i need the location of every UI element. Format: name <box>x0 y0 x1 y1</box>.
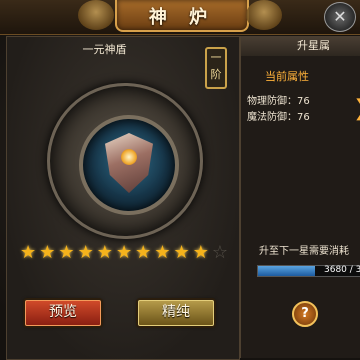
dragon-ornament-left-icon <box>78 0 114 30</box>
star-filled-icon: ★ <box>154 242 171 263</box>
title-bar: 神 炉 ✕ <box>0 0 360 35</box>
star-filled-icon: ★ <box>135 242 152 263</box>
upgrade-arrow-icon: ❯ <box>353 96 360 122</box>
star-filled-icon: ★ <box>58 242 75 263</box>
upgrade-cost-label: 升至下一星需要消耗 <box>259 246 349 257</box>
panel-header: 升星属 <box>241 36 360 56</box>
attribute-panel: 升星属 当前属性 物理防御：76 魔法防御：76 ❯ 升至下一星需要消耗 368… <box>240 36 360 358</box>
tier-badge[interactable]: 一 阶 <box>205 47 227 89</box>
close-button[interactable]: ✕ <box>324 2 356 32</box>
star-filled-icon: ★ <box>192 242 209 263</box>
refine-button[interactable]: 精纯 <box>138 300 214 326</box>
star-filled-icon: ★ <box>77 242 94 263</box>
item-panel: 一元神盾 一 阶 ★ ★ ★ ★ ★ ★ ★ ★ ★ ★ ☆ 预览 精纯 <box>6 36 240 360</box>
progress-text: 3680 / 3 <box>324 265 360 275</box>
item-slot[interactable] <box>79 115 179 215</box>
star-filled-icon: ★ <box>39 242 56 263</box>
window-title: 神 炉 <box>148 7 216 28</box>
attribute-physical-defense: 物理防御：76 <box>247 96 310 107</box>
current-attributes-title: 当前属性 <box>265 70 309 83</box>
help-button[interactable]: ? <box>292 301 318 327</box>
progress-fill <box>258 266 316 276</box>
game-window: 神 炉 ✕ 一元神盾 一 阶 ★ ★ ★ ★ ★ ★ ★ ★ ★ ★ ☆ 预览 精纯 升星属 当前属… <box>0 0 360 360</box>
star-filled-icon: ★ <box>173 242 190 263</box>
star-filled-icon: ★ <box>96 242 113 263</box>
preview-button[interactable]: 预览 <box>25 300 101 326</box>
progress-bar: 3680 / 3 <box>257 265 360 277</box>
tier-label: 一 阶 <box>210 51 222 81</box>
forge-disc <box>47 83 203 239</box>
item-name: 一元神盾 <box>82 43 127 56</box>
gem-icon <box>121 149 137 165</box>
star-filled-icon: ★ <box>20 242 37 263</box>
dragon-ornament-right-icon <box>246 0 282 30</box>
star-filled-icon: ★ <box>115 242 133 263</box>
attribute-magic-defense: 魔法防御：76 <box>247 112 310 123</box>
star-empty-icon: ☆ <box>211 242 229 263</box>
title-plate: 神 炉 <box>115 0 249 32</box>
star-rating: ★ ★ ★ ★ ★ ★ ★ ★ ★ ★ ☆ <box>19 243 229 263</box>
